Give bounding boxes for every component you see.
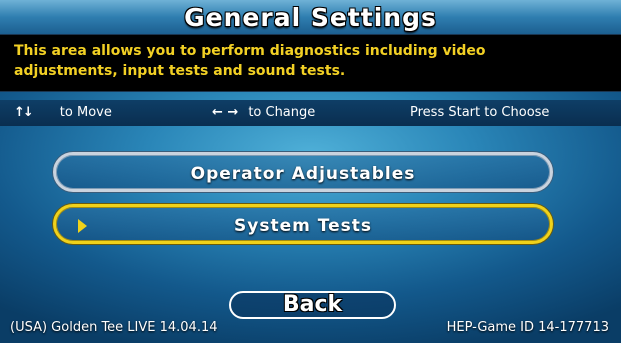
title-bar: General Settings — [0, 0, 621, 34]
up-down-arrows-icon: ↑↓ — [14, 105, 34, 120]
operator-adjustables-label: Operator Adjustables — [190, 164, 416, 184]
help-change: ← → to Change — [212, 100, 315, 126]
page-title: General Settings — [184, 3, 437, 32]
left-right-arrows-icon: ← → — [212, 105, 239, 120]
help-move-label: to Move — [59, 105, 112, 120]
back-label: Back — [282, 292, 343, 317]
settings-screen: General Settings This area allows you to… — [0, 0, 621, 343]
description-line-2: adjustments, input tests and sound tests… — [14, 63, 346, 79]
system-tests-label: System Tests — [234, 216, 372, 236]
selection-arrow-icon — [78, 219, 87, 233]
operator-adjustables-button[interactable]: Operator Adjustables — [53, 152, 553, 192]
help-change-label: to Change — [248, 105, 316, 120]
help-move: ↑↓ to Move — [14, 100, 112, 126]
help-choose-label: Press Start to Choose — [410, 105, 550, 120]
system-tests-button[interactable]: System Tests — [53, 204, 553, 244]
game-id: HEP-Game ID 14-177713 — [446, 320, 609, 335]
version-info: (USA) Golden Tee LIVE 14.04.14 — [10, 320, 218, 335]
back-button[interactable]: Back — [229, 291, 396, 319]
help-bar: ↑↓ to Move ← → to Change Press Start to Ch… — [0, 100, 621, 126]
description-line-1: This area allows you to perform diagnost… — [14, 43, 486, 59]
description-box: This area allows you to perform diagnost… — [0, 34, 621, 92]
